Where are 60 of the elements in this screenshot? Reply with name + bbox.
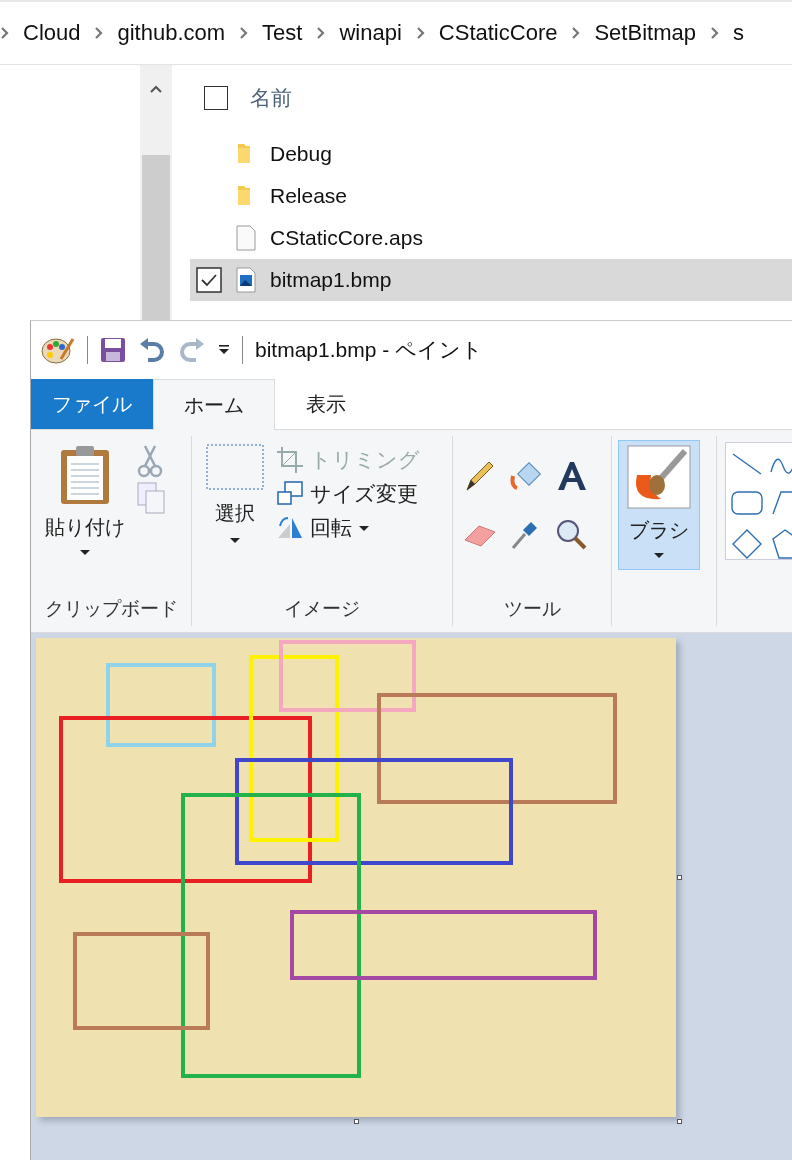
select-all-checkbox[interactable]	[204, 86, 228, 110]
scrollbar-thumb[interactable]	[142, 155, 170, 320]
file-icon	[236, 225, 256, 251]
ribbon-command[interactable]: 回転	[276, 514, 420, 542]
breadcrumb-item[interactable]: winapi	[339, 20, 402, 46]
magnifier-icon[interactable]	[555, 518, 589, 552]
file-row[interactable]: Debug	[190, 133, 792, 175]
brushes-button[interactable]: ブラシ	[618, 440, 700, 570]
caret-icon	[653, 552, 665, 559]
file-name[interactable]: bitmap1.bmp	[270, 268, 392, 292]
window-title: bitmap1.bmp - ペイント	[255, 337, 484, 363]
column-header[interactable]: 名前	[250, 84, 292, 112]
chevron-icon	[571, 26, 581, 40]
resize-icon	[276, 480, 304, 508]
chevron-icon	[239, 26, 249, 40]
resize-handle[interactable]	[354, 1119, 359, 1124]
caret-icon	[229, 537, 241, 544]
scrollbar[interactable]	[140, 65, 172, 320]
image-file-icon	[236, 267, 256, 293]
chevron-icon	[94, 26, 104, 40]
select-button[interactable]: 選択	[202, 440, 268, 548]
file-row[interactable]: bitmap1.bmp	[190, 259, 792, 301]
resize-handle[interactable]	[677, 1119, 682, 1124]
palette-icon[interactable]	[41, 335, 75, 365]
file-row[interactable]: CStaticCore.aps	[190, 217, 792, 259]
address-bar[interactable]: Cloud github.com Test winapi CStaticCore SetBitmap s	[0, 0, 792, 65]
ribbon-tab[interactable]: ホーム	[153, 379, 275, 430]
breadcrumb-item[interactable]: github.com	[117, 20, 226, 46]
save-icon[interactable]	[100, 337, 126, 363]
checked-checkbox-icon[interactable]	[196, 267, 222, 293]
selection-rectangle-icon	[206, 444, 264, 490]
file-row[interactable]: Release	[190, 175, 792, 217]
undo-icon[interactable]	[138, 336, 166, 364]
caret-icon	[79, 549, 91, 556]
crop-icon	[276, 446, 304, 474]
chevron-icon	[709, 26, 719, 40]
group-label: イメージ	[283, 597, 361, 621]
chevron-icon	[0, 26, 9, 40]
file-menu-tab[interactable]: ファイル	[31, 379, 153, 429]
shapes-gallery-drawing[interactable]	[725, 442, 792, 560]
breadcrumb-item[interactable]: s	[732, 20, 744, 46]
group-label: ツール	[502, 597, 562, 621]
ribbon-command[interactable]: サイズ変更	[276, 480, 420, 508]
breadcrumb-item[interactable]: SetBitmap	[594, 20, 696, 46]
paste-button[interactable]: 貼り付け	[41, 440, 129, 560]
clipboard-icon	[59, 444, 111, 506]
file-name[interactable]: Release	[270, 184, 348, 208]
brush-icon	[627, 445, 691, 509]
group-label: クリップボード	[43, 597, 179, 621]
breadcrumb-item[interactable]: Cloud	[23, 20, 81, 46]
resize-handle[interactable]	[677, 875, 682, 880]
breadcrumb-item[interactable]: Test	[262, 20, 303, 46]
scroll-up-icon[interactable]	[150, 85, 162, 93]
chevron-icon	[316, 26, 326, 40]
breadcrumb-item[interactable]: CStaticCore	[438, 20, 558, 46]
ribbon-tab[interactable]: 表示	[275, 379, 377, 429]
customize-dropdown-icon[interactable]	[218, 344, 230, 356]
file-name[interactable]: Debug	[270, 142, 332, 166]
chevron-icon	[415, 26, 425, 40]
file-name[interactable]: CStaticCore.aps	[270, 226, 423, 250]
